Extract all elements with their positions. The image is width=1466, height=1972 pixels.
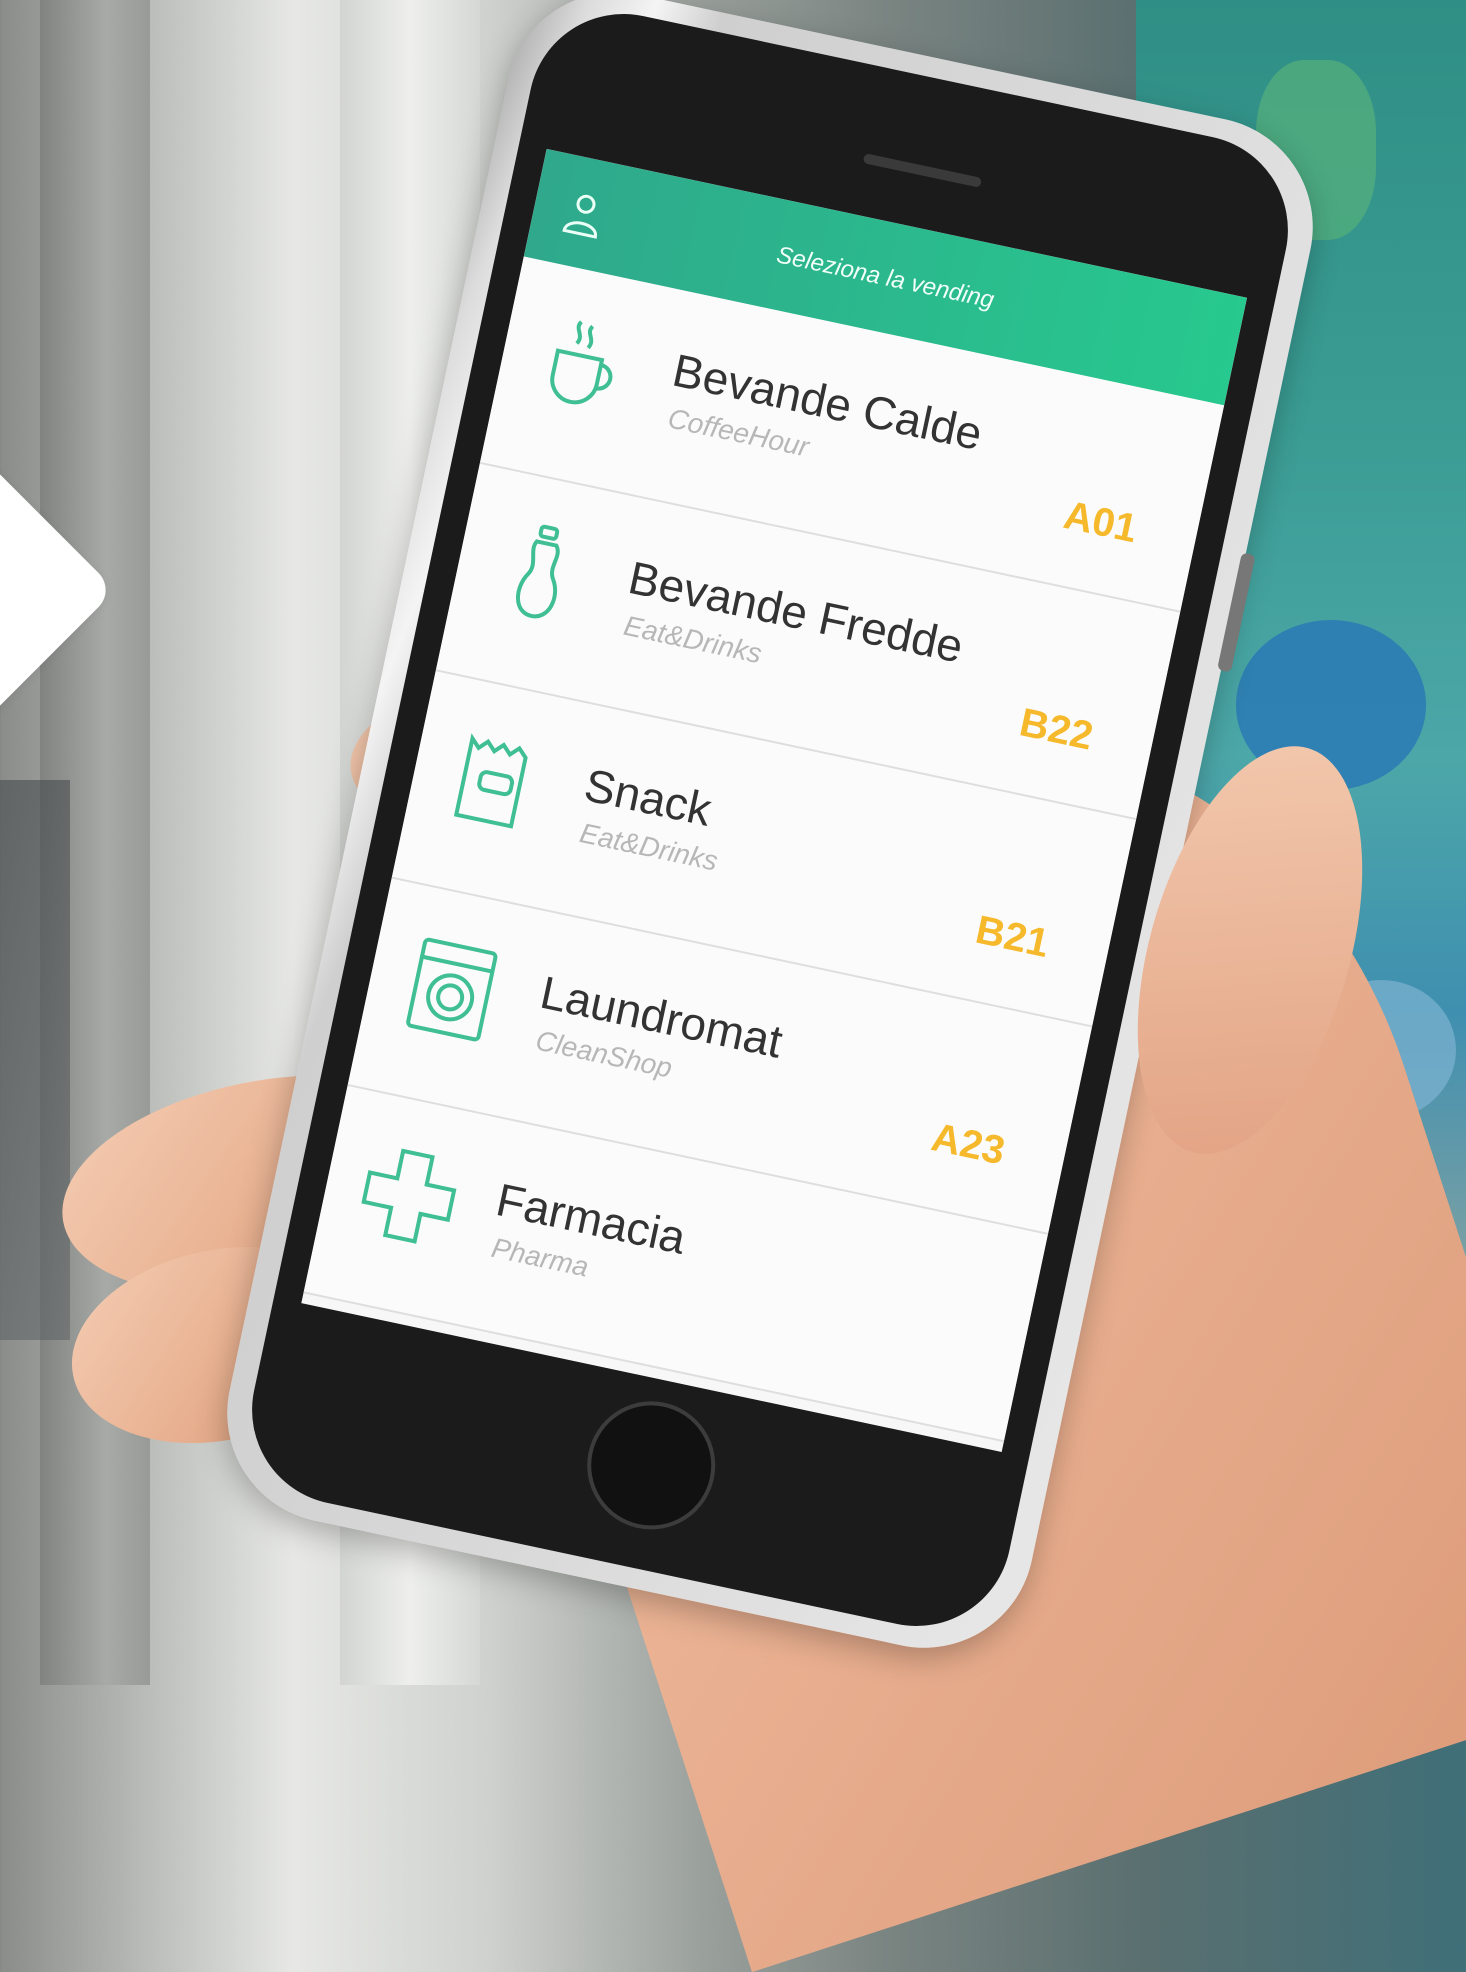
vending-code: A23	[927, 1115, 1009, 1174]
pharmacy-cross-icon	[361, 1148, 457, 1244]
vending-code: B21	[971, 907, 1053, 967]
phone-speaker	[862, 153, 983, 188]
background-shelf	[0, 780, 70, 1340]
coffee-cup-icon	[550, 320, 613, 405]
vending-title: Bevande Fredde	[624, 551, 968, 673]
snack-bag-icon	[453, 733, 528, 829]
phone-home-button	[575, 1389, 728, 1542]
washing-machine-icon	[406, 937, 498, 1042]
vending-code: A01	[1059, 493, 1141, 552]
vending-code: B22	[1015, 700, 1097, 759]
bottle-icon	[515, 524, 560, 619]
